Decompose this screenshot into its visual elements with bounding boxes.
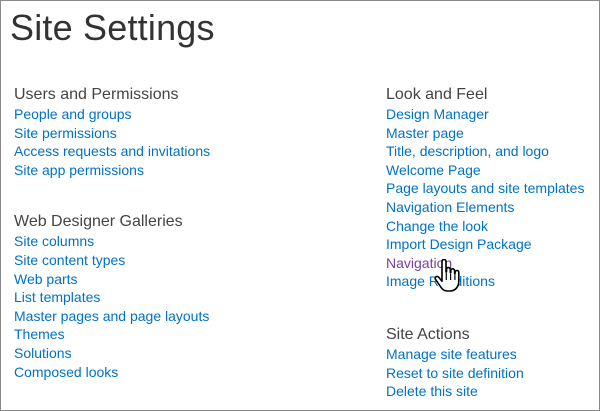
list-item: Web parts	[14, 270, 344, 289]
link-site-permissions[interactable]: Site permissions	[14, 125, 117, 141]
link-solutions[interactable]: Solutions	[14, 345, 72, 361]
list-item: Image Renditions	[386, 272, 591, 291]
list-item: Import Design Package	[386, 235, 591, 254]
list-item: Site content types	[14, 251, 344, 270]
page-title: Site Settings	[10, 7, 215, 48]
link-access-requests[interactable]: Access requests and invitations	[14, 143, 210, 159]
link-list: Design Manager Master page Title, descri…	[386, 105, 591, 291]
hand-pointer-icon	[434, 259, 460, 292]
link-title-description-and-logo[interactable]: Title, description, and logo	[386, 143, 549, 159]
link-site-content-types[interactable]: Site content types	[14, 252, 125, 268]
link-master-page[interactable]: Master page	[386, 125, 464, 141]
section-heading: Look and Feel	[386, 86, 488, 103]
section-web-designer-galleries: Web Designer Galleries Site columns Site…	[14, 212, 344, 381]
left-column: Users and Permissions People and groups …	[14, 85, 344, 381]
section-look-and-feel: Look and Feel Design Manager Master page…	[386, 85, 591, 291]
list-item: Site app permissions	[14, 161, 344, 180]
section-heading: Site Actions	[386, 325, 470, 343]
list-item: Manage site features	[386, 345, 591, 364]
list-item: Themes	[14, 325, 344, 344]
link-welcome-page[interactable]: Welcome Page	[386, 162, 481, 178]
list-item: Site permissions	[14, 124, 344, 143]
list-item: Site columns	[14, 232, 344, 251]
list-item: Access requests and invitations	[14, 142, 344, 161]
link-delete-this-site[interactable]: Delete this site	[386, 383, 478, 399]
list-item: People and groups	[14, 105, 344, 124]
list-item: Welcome Page	[386, 161, 591, 180]
list-item: Navigation	[386, 254, 591, 273]
link-people-and-groups[interactable]: People and groups	[14, 106, 132, 122]
list-item: Delete this site	[386, 382, 591, 401]
section-site-actions: Site Actions Manage site features Reset …	[386, 325, 591, 401]
link-site-app-permissions[interactable]: Site app permissions	[14, 162, 144, 178]
list-item: Master pages and page layouts	[14, 307, 344, 326]
link-list: Site columns Site content types Web part…	[14, 232, 344, 381]
link-site-columns[interactable]: Site columns	[14, 233, 94, 249]
list-item: Change the look	[386, 217, 591, 236]
link-page-layouts-and-site-templates[interactable]: Page layouts and site templates	[386, 180, 584, 196]
link-design-manager[interactable]: Design Manager	[386, 106, 489, 122]
link-reset-to-site-definition[interactable]: Reset to site definition	[386, 365, 524, 381]
link-change-the-look[interactable]: Change the look	[386, 218, 488, 234]
link-list: People and groups Site permissions Acces…	[14, 105, 344, 179]
section-heading: Web Designer Galleries	[14, 213, 183, 231]
list-item: Title, description, and logo	[386, 142, 591, 161]
link-manage-site-features[interactable]: Manage site features	[386, 346, 517, 362]
right-column: Look and Feel Design Manager Master page…	[386, 85, 591, 401]
link-list: Manage site features Reset to site defin…	[386, 345, 591, 401]
list-item: Master page	[386, 124, 591, 143]
list-item: Composed looks	[14, 363, 344, 382]
list-item: Design Manager	[386, 105, 591, 124]
link-list-templates[interactable]: List templates	[14, 289, 100, 305]
link-import-design-package[interactable]: Import Design Package	[386, 236, 532, 252]
list-item: Navigation Elements	[386, 198, 591, 217]
list-item: Reset to site definition	[386, 364, 591, 383]
link-themes[interactable]: Themes	[14, 326, 65, 342]
list-item: Solutions	[14, 344, 344, 363]
section-users-and-permissions: Users and Permissions People and groups …	[14, 85, 344, 179]
list-item: List templates	[14, 288, 344, 307]
link-master-pages-and-page-layouts[interactable]: Master pages and page layouts	[14, 308, 209, 324]
link-navigation-elements[interactable]: Navigation Elements	[386, 199, 514, 215]
link-composed-looks[interactable]: Composed looks	[14, 364, 118, 380]
section-heading: Users and Permissions	[14, 86, 179, 103]
list-item: Page layouts and site templates	[386, 179, 591, 198]
link-web-parts[interactable]: Web parts	[14, 271, 78, 287]
